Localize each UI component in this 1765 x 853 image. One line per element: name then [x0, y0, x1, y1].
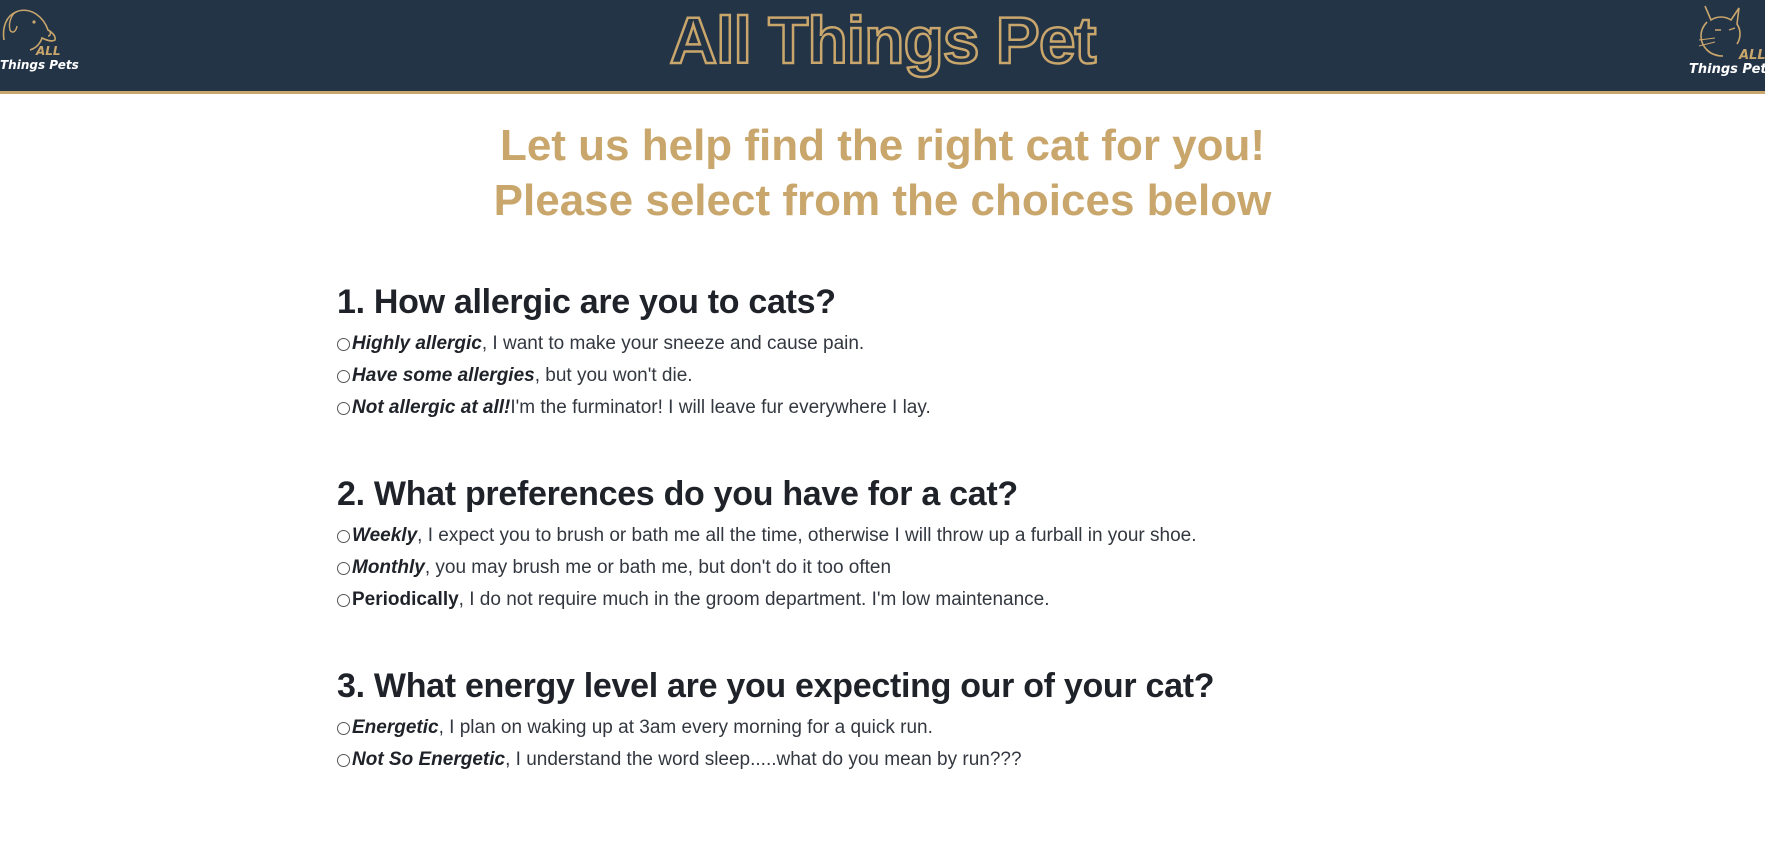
option-text: , I understand the word sleep.....what d…: [505, 749, 1022, 770]
option-strong-text: Have some allergies: [352, 365, 535, 386]
question-title: 2. What preferences do you have for a ca…: [337, 475, 1018, 513]
option-text: , I expect you to brush or bath me all t…: [417, 525, 1197, 546]
option-strong-text: Energetic: [352, 717, 439, 738]
option-strong-text: Monthly: [352, 557, 425, 578]
option-list: Highly allergic , I want to make your sn…: [337, 328, 931, 424]
question-allergy: 1. How allergic are you to cats? Highly …: [337, 282, 931, 424]
question-title: 1. How allergic are you to cats?: [337, 283, 836, 321]
option-highly-allergic[interactable]: Highly allergic , I want to make your sn…: [337, 328, 931, 360]
option-text: , but you won't die.: [534, 365, 693, 386]
cat-logo-icon[interactable]: ALL Things Pets: [1685, 0, 1765, 80]
radio-button[interactable]: [337, 721, 350, 735]
option-some-allergies[interactable]: Have some allergies , but you won't die.: [337, 360, 931, 392]
option-strong-text: Weekly: [352, 525, 418, 546]
radio-button[interactable]: [337, 753, 350, 767]
option-list: Energetic , I plan on waking up at 3am e…: [337, 712, 1214, 776]
radio-button[interactable]: [337, 561, 350, 575]
option-not-so-energetic[interactable]: Not So Energetic , I understand the word…: [337, 744, 1214, 776]
site-title: All Things Pet: [668, 2, 1098, 79]
radio-button[interactable]: [337, 401, 350, 415]
option-text: , I do not require much in the groom dep…: [458, 589, 1050, 610]
question-title: 3. What energy level are you expecting o…: [337, 667, 1215, 705]
option-strong-text: Not allergic at all!: [352, 397, 511, 418]
option-not-allergic[interactable]: Not allergic at all! I'm the furminator!…: [337, 392, 931, 424]
intro-heading: Let us help find the right cat for you! …: [0, 118, 1765, 228]
question-energy: 3. What energy level are you expecting o…: [337, 666, 1214, 776]
logo-right-things: Things Pets: [1689, 62, 1765, 77]
option-monthly[interactable]: Monthly , you may brush me or bath me, b…: [337, 552, 1197, 584]
option-periodically[interactable]: Periodically , I do not require much in …: [337, 584, 1197, 616]
radio-button[interactable]: [337, 593, 350, 607]
option-energetic[interactable]: Energetic , I plan on waking up at 3am e…: [337, 712, 1214, 744]
option-text: , I want to make your sneeze and cause p…: [481, 333, 865, 354]
radio-button[interactable]: [337, 337, 350, 351]
option-strong-text: Periodically: [352, 589, 459, 610]
option-weekly[interactable]: Weekly , I expect you to brush or bath m…: [337, 520, 1197, 552]
question-grooming: 2. What preferences do you have for a ca…: [337, 474, 1197, 616]
radio-button[interactable]: [337, 529, 350, 543]
intro-line-2: Please select from the choices below: [493, 176, 1272, 225]
option-text: , you may brush me or bath me, but don't…: [424, 557, 892, 578]
option-text: , I plan on waking up at 3am every morni…: [438, 717, 933, 738]
logo-right-all: ALL: [1739, 48, 1765, 63]
radio-button[interactable]: [337, 369, 350, 383]
option-strong-text: Highly allergic: [352, 333, 482, 354]
option-strong-text: Not So Energetic: [352, 749, 506, 770]
option-text: I'm the furminator! I will leave fur eve…: [510, 397, 931, 418]
intro-line-1: Let us help find the right cat for you!: [499, 121, 1266, 170]
site-header: ALL Things Pets All Things Pet ALL Thing…: [0, 0, 1765, 94]
option-list: Weekly , I expect you to brush or bath m…: [337, 520, 1197, 616]
